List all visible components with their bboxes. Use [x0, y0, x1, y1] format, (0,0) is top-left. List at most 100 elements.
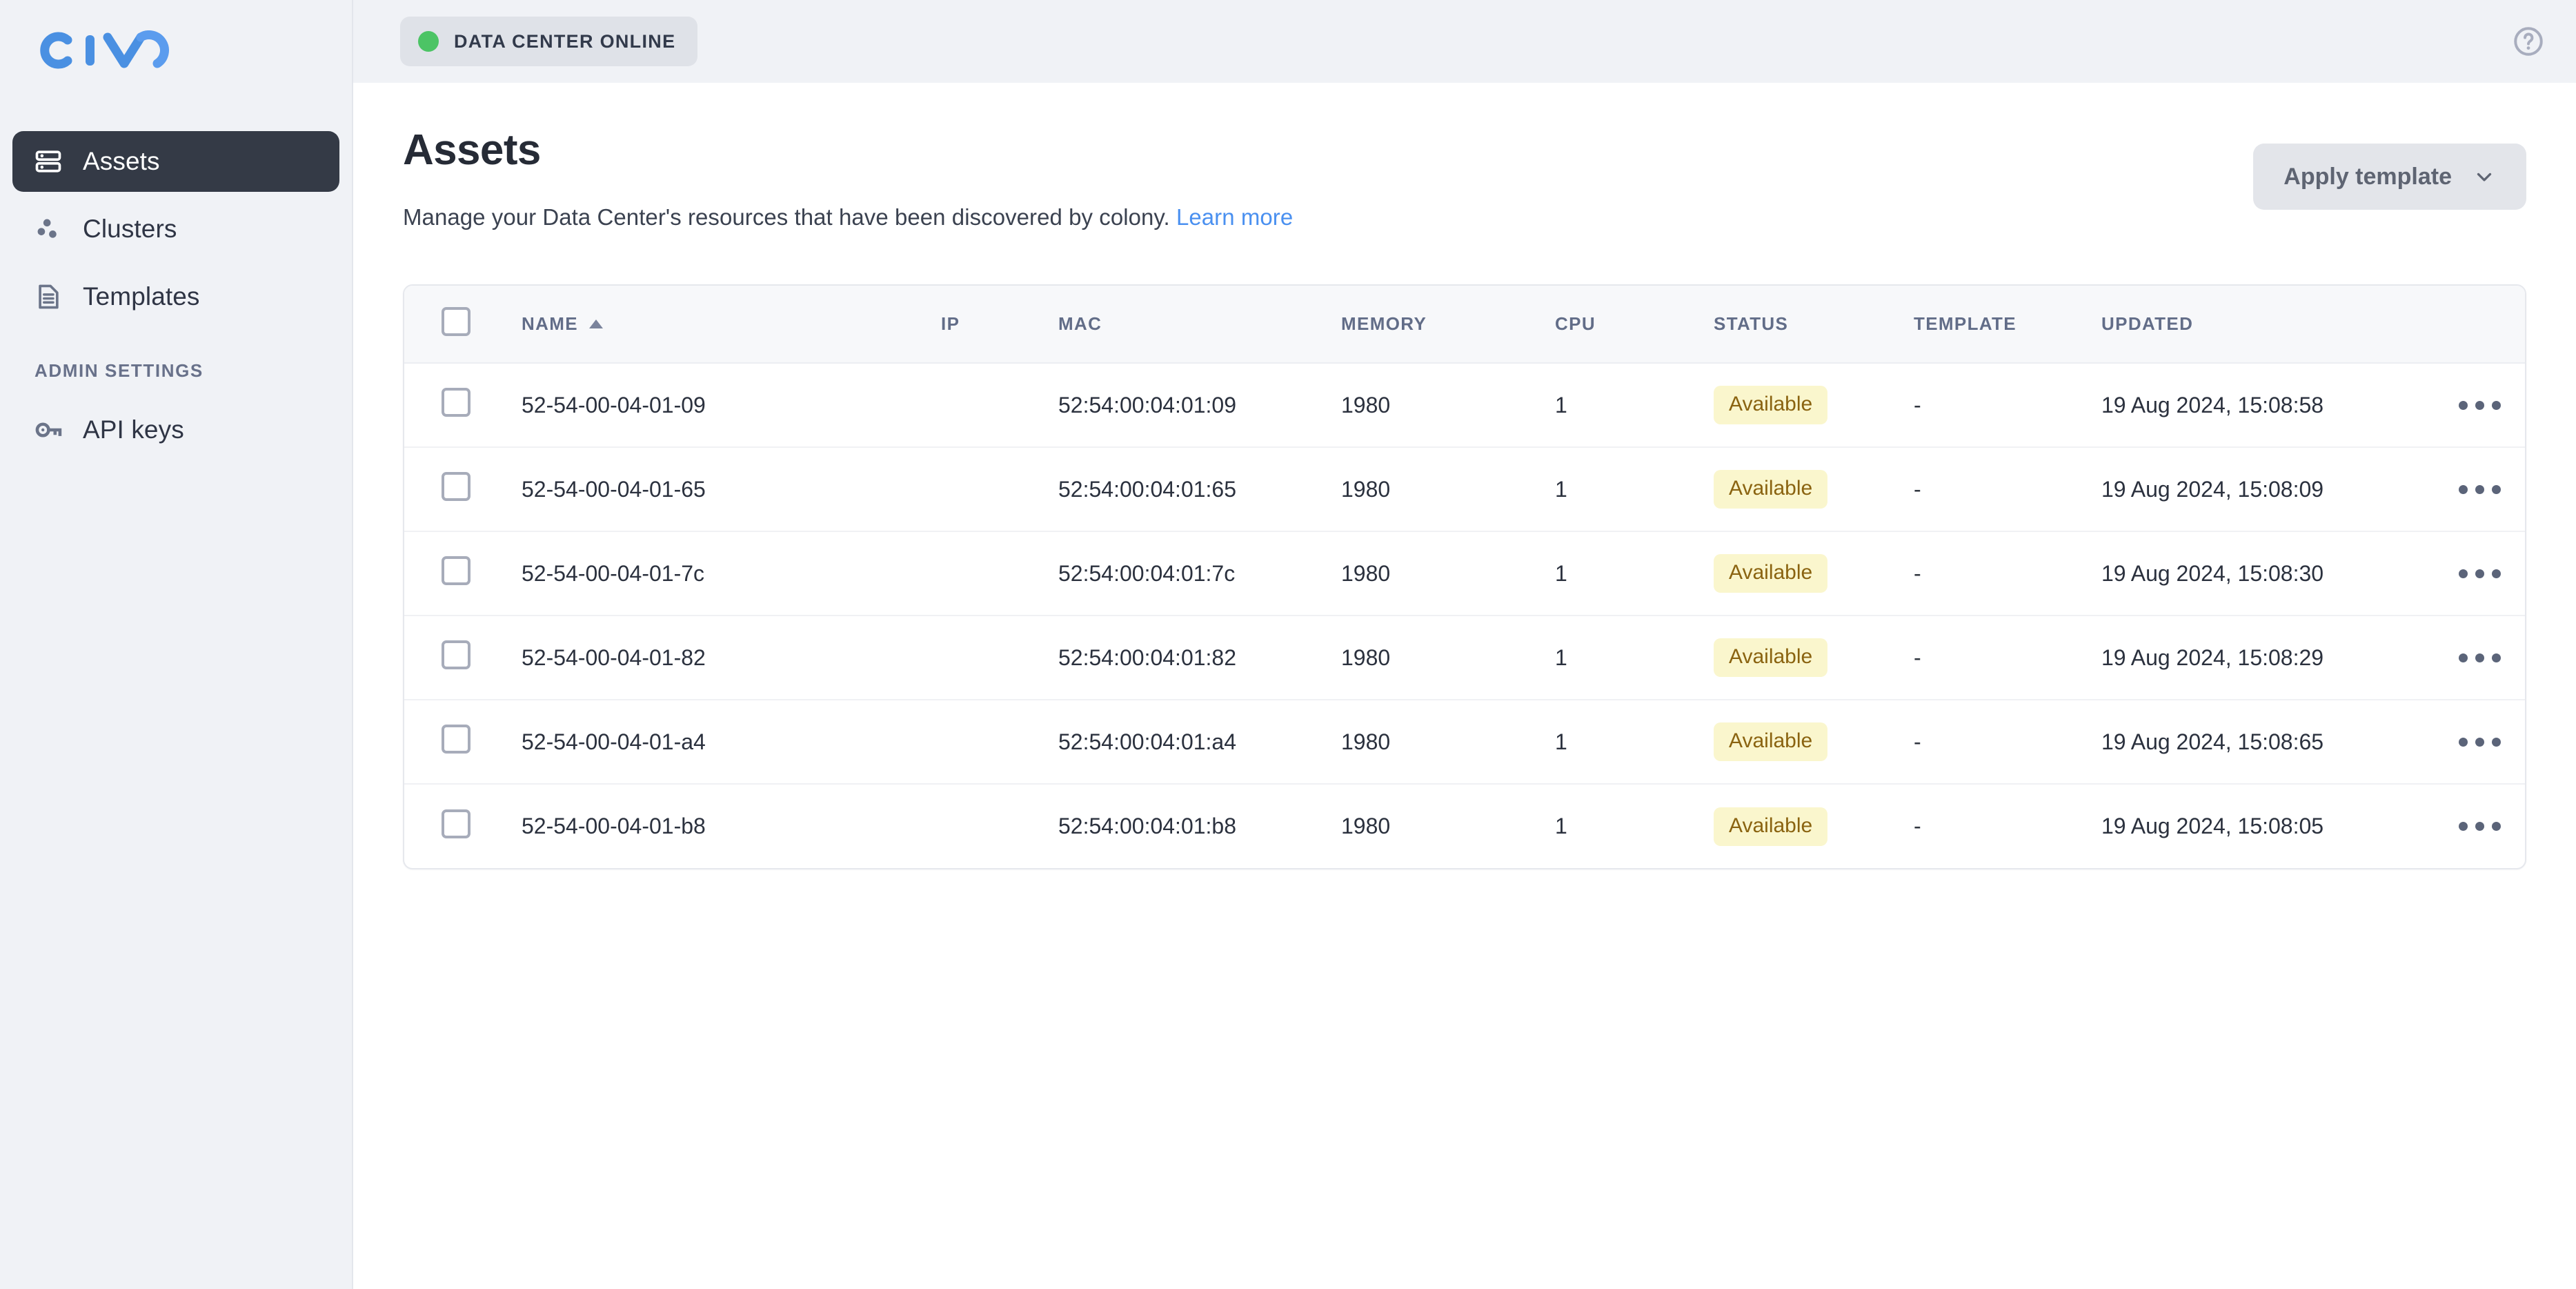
- cell-updated: 19 Aug 2024, 15:08:30: [2101, 531, 2453, 616]
- cell-cpu: 1: [1555, 362, 1714, 448]
- cell-template: -: [1914, 699, 2101, 785]
- cell-memory: 1980: [1341, 531, 1555, 616]
- table-header-row: NAME IP MAC MEMORY CPU STATUS TEMPLATE U…: [404, 286, 2525, 364]
- cell-actions: [2453, 615, 2525, 700]
- row-select-cell: [404, 699, 522, 785]
- cell-name: 52-54-00-04-01-82: [522, 615, 941, 700]
- cell-cpu: 1: [1555, 699, 1714, 785]
- apply-template-button[interactable]: Apply template: [2253, 144, 2526, 210]
- column-header-actions: [2453, 286, 2525, 363]
- cell-updated: 19 Aug 2024, 15:08:65: [2101, 699, 2453, 785]
- sidebar-item-api-keys[interactable]: API keys: [12, 400, 339, 460]
- table-row[interactable]: 52-54-00-04-01-09 52:54:00:04:01:09 1980 1 A…: [404, 362, 2525, 448]
- select-all-header: [404, 286, 522, 363]
- cell-ip: [941, 446, 1058, 532]
- table-row[interactable]: 52-54-00-04-01-82 52:54:00:04:01:82 1980 1 A…: [404, 615, 2525, 700]
- status-badge-datacenter[interactable]: DATA CENTER ONLINE: [400, 17, 698, 66]
- row-checkbox[interactable]: [442, 640, 470, 670]
- cell-name: 52-54-00-04-01-a4: [522, 699, 941, 785]
- key-icon: [33, 414, 69, 446]
- column-header-status[interactable]: STATUS: [1714, 286, 1914, 363]
- app-root: Assets Clusters Templates ADMIN SETTINGS…: [0, 0, 2576, 1289]
- page-description-text: Manage your Data Center's resources that…: [403, 204, 1170, 230]
- status-badge: Available: [1714, 638, 1828, 678]
- status-badge-label: DATA CENTER ONLINE: [454, 30, 676, 52]
- cell-template: -: [1914, 783, 2101, 869]
- sidebar-item-clusters[interactable]: Clusters: [12, 199, 339, 259]
- civo-logo-icon: [40, 30, 169, 69]
- brand-logo[interactable]: [0, 0, 352, 104]
- row-select-cell: [404, 783, 522, 869]
- page-description: Manage your Data Center's resources that…: [403, 204, 1293, 230]
- row-checkbox[interactable]: [442, 725, 470, 754]
- row-actions-menu-icon[interactable]: [2453, 642, 2506, 673]
- row-actions-menu-icon[interactable]: [2453, 811, 2506, 842]
- row-actions-menu-icon[interactable]: [2453, 474, 2506, 505]
- table-row[interactable]: 52-54-00-04-01-b8 52:54:00:04:01:b8 1980 1 A…: [404, 783, 2525, 869]
- sidebar-item-label: Assets: [83, 147, 160, 175]
- cell-mac: 52:54:00:04:01:09: [1058, 362, 1341, 448]
- row-checkbox[interactable]: [442, 556, 470, 586]
- document-icon: [33, 282, 69, 312]
- server-icon: [33, 146, 69, 177]
- table-body: 52-54-00-04-01-09 52:54:00:04:01:09 1980 1 A…: [404, 362, 2525, 869]
- cell-status: Available: [1714, 362, 1914, 448]
- column-header-cpu[interactable]: CPU: [1555, 286, 1714, 363]
- column-header-name[interactable]: NAME: [522, 286, 941, 363]
- page-content: Assets Manage your Data Center's resourc…: [353, 83, 2576, 1289]
- cell-cpu: 1: [1555, 615, 1714, 700]
- sidebar-item-label: API keys: [83, 415, 184, 444]
- row-checkbox[interactable]: [442, 472, 470, 502]
- assets-table-card: NAME IP MAC MEMORY CPU STATUS TEMPLATE U…: [403, 284, 2526, 870]
- template-empty-value: -: [1914, 476, 1921, 502]
- column-header-memory[interactable]: MEMORY: [1341, 286, 1555, 363]
- template-empty-value: -: [1914, 392, 1921, 417]
- sidebar-item-assets[interactable]: Assets: [12, 131, 339, 192]
- cell-actions: [2453, 446, 2525, 532]
- help-circle-icon[interactable]: [2511, 24, 2546, 59]
- table-row[interactable]: 52-54-00-04-01-7c 52:54:00:04:01:7c 1980 1 A…: [404, 531, 2525, 616]
- sidebar-item-templates[interactable]: Templates: [12, 266, 339, 327]
- cell-mac: 52:54:00:04:01:82: [1058, 615, 1341, 700]
- status-badge: Available: [1714, 807, 1828, 846]
- sidebar-section-title: ADMIN SETTINGS: [34, 360, 204, 381]
- sidebar-item-label: Clusters: [83, 215, 177, 243]
- row-select-cell: [404, 615, 522, 700]
- column-header-mac[interactable]: MAC: [1058, 286, 1341, 363]
- cell-status: Available: [1714, 699, 1914, 785]
- cell-actions: [2453, 531, 2525, 616]
- row-checkbox[interactable]: [442, 388, 470, 417]
- cell-name: 52-54-00-04-01-b8: [522, 783, 941, 869]
- template-empty-value: -: [1914, 560, 1921, 586]
- cell-updated: 19 Aug 2024, 15:08:05: [2101, 783, 2453, 869]
- chevron-down-icon: [2473, 165, 2496, 188]
- row-actions-menu-icon[interactable]: [2453, 558, 2506, 589]
- status-badge: Available: [1714, 386, 1828, 425]
- learn-more-link[interactable]: Learn more: [1176, 204, 1293, 230]
- table-row[interactable]: 52-54-00-04-01-a4 52:54:00:04:01:a4 1980 1 A…: [404, 699, 2525, 785]
- select-all-checkbox[interactable]: [442, 307, 470, 337]
- row-actions-menu-icon[interactable]: [2453, 390, 2506, 421]
- row-checkbox[interactable]: [442, 809, 470, 838]
- sidebar-item-label: Templates: [83, 282, 200, 311]
- apply-template-label: Apply template: [2283, 163, 2452, 190]
- page-title: Assets: [403, 126, 541, 174]
- cell-memory: 1980: [1341, 362, 1555, 448]
- table-row[interactable]: 52-54-00-04-01-65 52:54:00:04:01:65 1980 1 A…: [404, 446, 2525, 532]
- cell-ip: [941, 531, 1058, 616]
- cell-actions: [2453, 699, 2525, 785]
- table-head: NAME IP MAC MEMORY CPU STATUS TEMPLATE U…: [404, 286, 2525, 364]
- cell-cpu: 1: [1555, 446, 1714, 532]
- cell-status: Available: [1714, 531, 1914, 616]
- cell-mac: 52:54:00:04:01:65: [1058, 446, 1341, 532]
- column-header-template[interactable]: TEMPLATE: [1914, 286, 2101, 363]
- topbar: DATA CENTER ONLINE: [353, 0, 2576, 83]
- column-header-updated[interactable]: UPDATED: [2101, 286, 2453, 363]
- column-header-ip[interactable]: IP: [941, 286, 1058, 363]
- assets-table: NAME IP MAC MEMORY CPU STATUS TEMPLATE U…: [404, 286, 2525, 869]
- cell-memory: 1980: [1341, 615, 1555, 700]
- cell-ip: [941, 783, 1058, 869]
- row-actions-menu-icon[interactable]: [2453, 727, 2506, 758]
- cell-status: Available: [1714, 615, 1914, 700]
- cell-template: -: [1914, 615, 2101, 700]
